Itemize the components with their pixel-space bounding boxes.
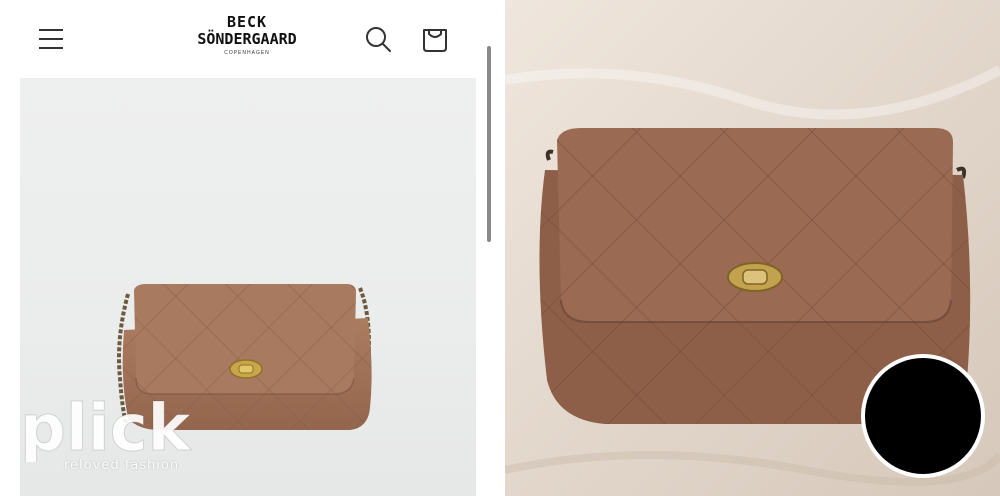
search-icon [366, 27, 391, 52]
watermark-tagline: reloved fashion [64, 458, 180, 473]
svg-text:plick: plick [20, 392, 192, 462]
hamburger-menu-icon [39, 29, 63, 49]
plick-logo: plick [20, 392, 193, 467]
brand-logo[interactable]: BECK SÖNDERGAARD COPENHAGEN [180, 14, 314, 66]
scrollbar[interactable] [487, 46, 491, 242]
search-button[interactable] [359, 20, 399, 60]
cart-icon [423, 29, 447, 52]
seller-avatar[interactable] [861, 354, 985, 478]
store-header: BECK SÖNDERGAARD COPENHAGEN [0, 0, 502, 78]
cart-button[interactable] [415, 20, 455, 60]
menu-button[interactable] [31, 20, 71, 60]
